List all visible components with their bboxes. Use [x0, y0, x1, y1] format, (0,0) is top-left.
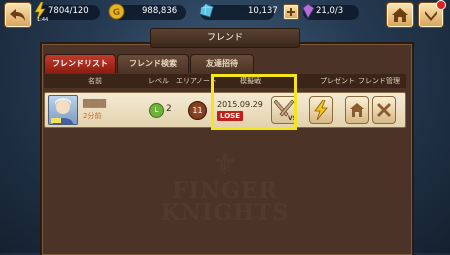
gem-icon	[302, 3, 315, 19]
menu-button[interactable]	[418, 0, 446, 28]
send-present-button[interactable]	[309, 96, 333, 124]
gold-value: 988,836	[142, 6, 178, 16]
friend-level: 2	[166, 104, 172, 114]
tab-friend-search[interactable]: フレンド検索	[117, 54, 189, 73]
remove-friend-button[interactable]	[372, 96, 396, 124]
knight-portrait-icon	[51, 98, 73, 124]
home-icon	[350, 103, 364, 117]
col-manage: フレンド管理	[358, 77, 400, 85]
stamina-value: 7804/120	[48, 6, 89, 16]
stamina-timer: 1:44	[37, 17, 49, 23]
last-login: 2分前	[83, 112, 102, 120]
col-area: エリア	[176, 77, 197, 85]
home-button[interactable]	[386, 2, 414, 28]
level-badge-icon: L	[149, 103, 164, 118]
crystal-value: 10,137	[248, 6, 278, 16]
plus-icon	[287, 8, 295, 16]
logo-line1: FINGER	[172, 178, 278, 204]
back-button[interactable]	[4, 2, 32, 28]
menu-chevron-icon	[425, 11, 437, 21]
back-arrow-icon	[10, 9, 25, 21]
add-crystal-button[interactable]	[283, 4, 299, 20]
crest-icon: ⚜	[211, 147, 239, 182]
tab-friend-list[interactable]: フレンドリスト	[44, 54, 116, 73]
panel-title: フレンド	[150, 28, 300, 48]
col-present: プレゼント	[320, 77, 355, 85]
lightning-icon	[314, 100, 328, 120]
notification-badge	[436, 0, 446, 10]
gold-coin-icon: G	[108, 3, 125, 20]
avatar[interactable]	[48, 95, 78, 125]
svg-text:G: G	[113, 8, 120, 18]
close-icon	[377, 103, 391, 117]
col-level: レベル	[148, 77, 169, 85]
col-name: 名前	[88, 77, 102, 85]
crystal-icon	[199, 3, 214, 18]
game-logo-watermark: ⚜ FINGER KNIGHTS	[140, 147, 310, 226]
gem-value: 21,0/3	[316, 6, 344, 16]
tab-invite[interactable]: 友達招待	[190, 54, 254, 73]
top-bar: 7804/120 1:44 G 988,836 10,137 21,0/3	[0, 0, 450, 28]
visit-home-button[interactable]	[345, 96, 369, 124]
logo-line2: KNIGHTS	[160, 200, 290, 226]
highlight-box	[211, 74, 297, 130]
home-icon	[392, 8, 408, 22]
area-badge: 11	[188, 101, 207, 120]
friend-name: ████	[83, 99, 107, 108]
